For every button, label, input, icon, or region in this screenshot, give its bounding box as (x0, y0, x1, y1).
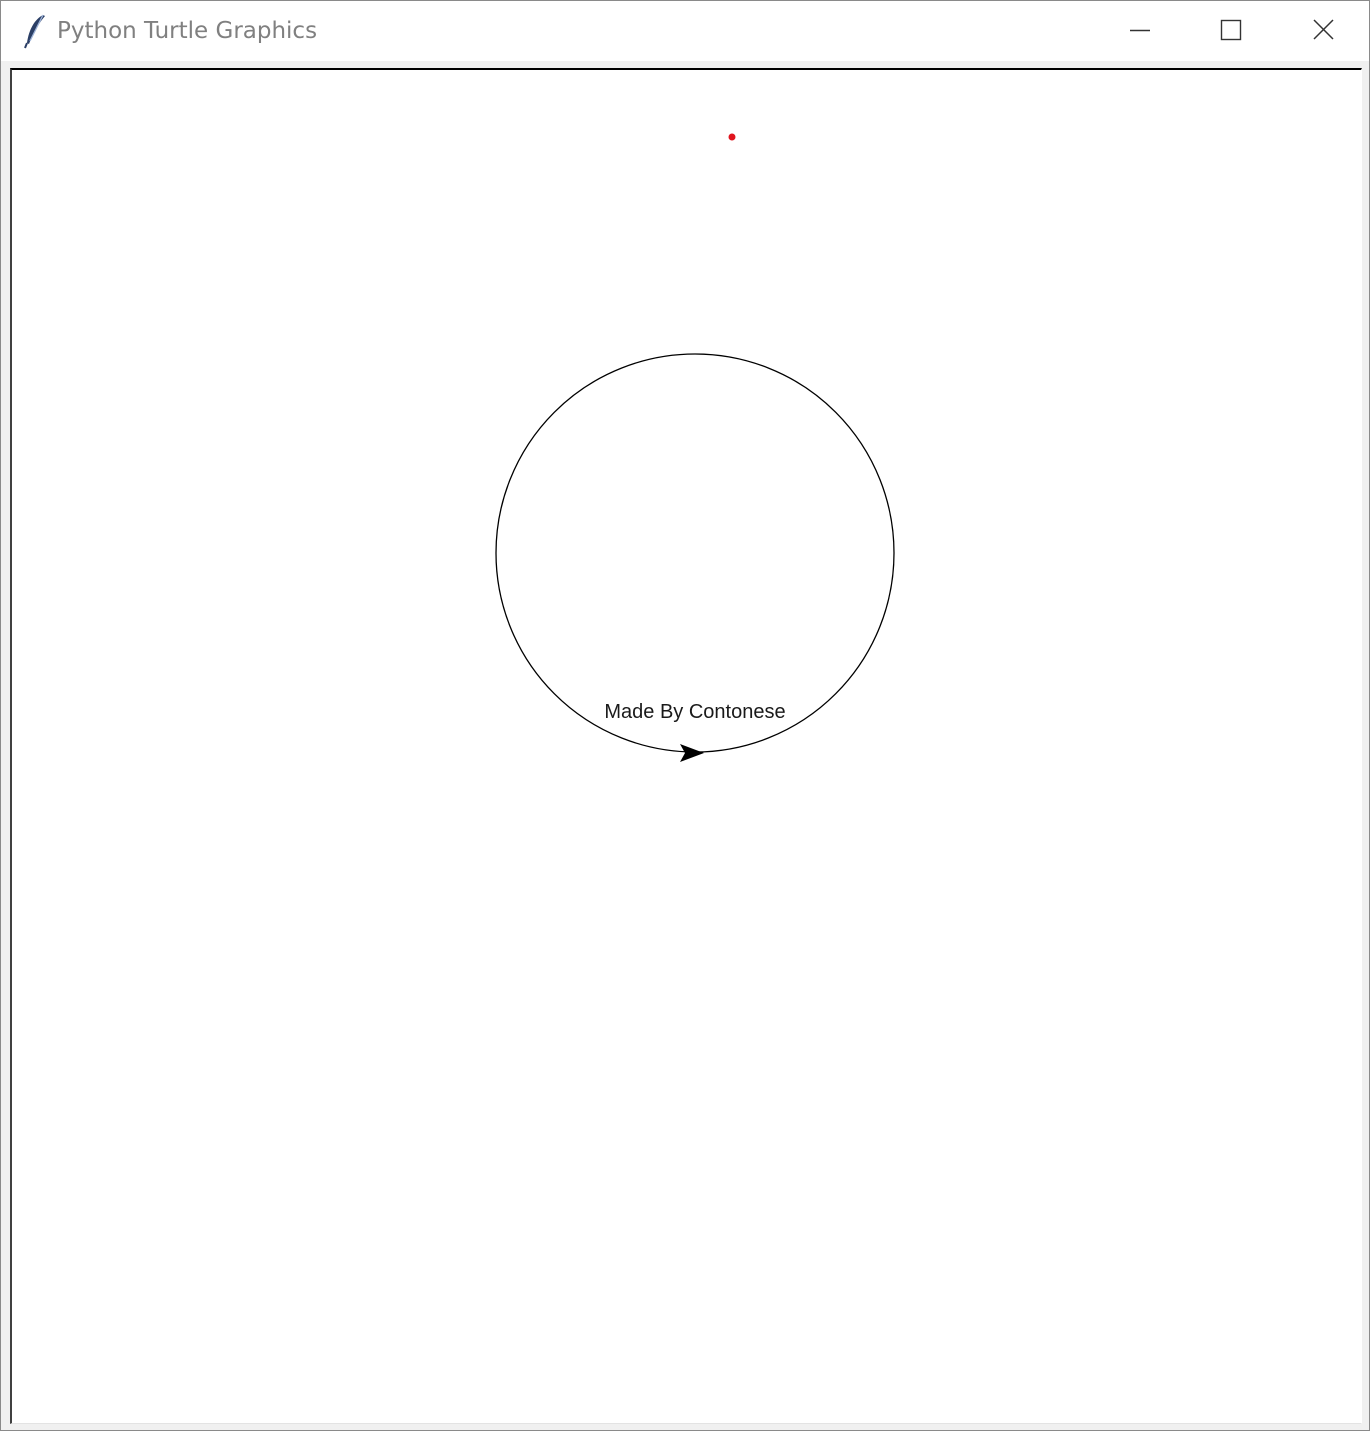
feather-icon (21, 13, 49, 49)
close-button[interactable] (1277, 1, 1369, 61)
turtle-cursor (680, 744, 704, 762)
turtle-canvas[interactable]: Made By Contonese (10, 68, 1362, 1424)
title-bar[interactable]: Python Turtle Graphics (1, 1, 1369, 61)
window-client-area: Made By Contonese (9, 67, 1365, 1426)
drawn-circle (495, 353, 895, 753)
minimize-button[interactable] (1094, 1, 1186, 61)
red-dot (728, 133, 736, 141)
window-title: Python Turtle Graphics (57, 18, 318, 44)
caption-text: Made By Contonese (604, 701, 785, 723)
maximize-button[interactable] (1185, 1, 1277, 61)
turtle-window: Python Turtle Graphics Made By Contonese (0, 0, 1370, 1431)
